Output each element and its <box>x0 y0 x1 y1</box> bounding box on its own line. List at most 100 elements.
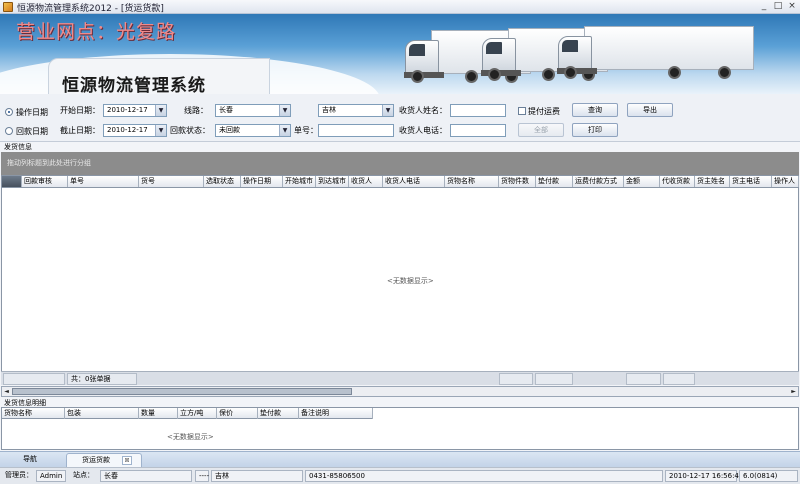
details-grid-header: 货物名称 包装 数量 立方/吨 保价 垫付款 备注说明 <box>2 408 373 419</box>
route-to-select[interactable]: 吉林 ▼ <box>318 104 394 117</box>
row-selector-header[interactable] <box>2 176 22 187</box>
shipments-group-title: 发货信息 <box>4 143 32 151</box>
column-header[interactable]: 开始城市 <box>283 176 316 187</box>
manager-label: 管理员： <box>5 471 33 479</box>
banner: 营业网点：光复路 恒源物流管理系统 <box>0 14 800 94</box>
payback-status-select[interactable]: 未回款 ▼ <box>215 124 291 137</box>
column-header[interactable]: 操作日期 <box>241 176 283 187</box>
maximize-button[interactable]: □ <box>772 1 784 12</box>
column-header[interactable]: 保价 <box>217 408 258 419</box>
tab-label: 货运货款 <box>82 456 110 464</box>
column-header[interactable]: 货主电话 <box>730 176 772 187</box>
query-button[interactable]: 查询 <box>572 103 618 117</box>
order-no-input[interactable] <box>318 124 394 137</box>
radio-operate-date-label: 操作日期 <box>16 108 48 117</box>
end-date-picker[interactable]: 2010-12-17 ▼ <box>103 124 167 137</box>
column-header[interactable]: 金额 <box>624 176 660 187</box>
column-header[interactable]: 到达城市 <box>316 176 349 187</box>
shipments-grid: 回款审核 单号 货号 选取状态 操作日期 开始城市 到达城市 收货人 收货人电话… <box>1 175 799 385</box>
details-empty-text: <无数据显示> <box>167 433 214 441</box>
shipments-empty-text: <无数据显示> <box>387 277 434 285</box>
export-button[interactable]: 导出 <box>627 103 673 117</box>
group-by-drag-area[interactable]: 拖动列标题到此处进行分组 <box>1 152 799 175</box>
shipments-grid-header: 回款审核 单号 货号 选取状态 操作日期 开始城市 到达城市 收货人 收货人电话… <box>2 176 799 188</box>
close-tab-icon[interactable]: ⊠ <box>122 456 132 465</box>
footer-cell <box>499 373 533 385</box>
prepaid-freight-checkbox[interactable] <box>518 107 526 115</box>
radio-payback-date-label: 回款日期 <box>16 127 48 136</box>
column-header[interactable]: 垫付款 <box>258 408 299 419</box>
receiver-name-label: 收货人姓名： <box>399 106 447 115</box>
minimize-button[interactable]: _ <box>758 1 770 12</box>
column-header[interactable]: 备注说明 <box>299 408 373 419</box>
column-header[interactable]: 数量 <box>139 408 178 419</box>
receiver-phone-label: 收货人电话： <box>399 126 447 135</box>
column-header[interactable]: 操作人 <box>772 176 799 187</box>
version-value: 6.0(0814) <box>739 470 798 482</box>
radio-payback-date[interactable] <box>5 127 13 135</box>
branch-title: 营业网点：光复路 <box>16 21 177 43</box>
column-header[interactable]: 收货人电话 <box>383 176 445 187</box>
status-separator: ---- <box>195 470 209 482</box>
status-bar: 管理员： Admin 站点： 长春 ---- 吉林 0431-85806500 … <box>0 467 800 484</box>
print-button[interactable]: 打印 <box>572 123 618 137</box>
shipments-grid-footer: 共：0张单据 <box>1 371 799 385</box>
end-date-label: 截止日期： <box>60 126 100 135</box>
chevron-down-icon: ▼ <box>155 125 166 136</box>
order-no-label: 单号： <box>294 126 318 135</box>
column-header[interactable]: 选取状态 <box>204 176 241 187</box>
city-value: 吉林 <box>211 470 303 482</box>
phone-value: 0431-85806500 <box>305 470 663 482</box>
window-title: 恒源物流管理系统2012 - [货运货款] <box>17 4 164 14</box>
route-label: 线路： <box>184 106 208 115</box>
column-header[interactable]: 立方/吨 <box>178 408 217 419</box>
route-from-select[interactable]: 长春 ▼ <box>215 104 291 117</box>
column-header[interactable]: 收货人 <box>349 176 383 187</box>
footer-cell <box>626 373 661 385</box>
document-tabs: 导航 货运货款 ⊠ <box>0 451 800 467</box>
column-header[interactable]: 货物件数 <box>499 176 536 187</box>
station-value: 长春 <box>100 470 192 482</box>
column-header[interactable]: 代收货款 <box>660 176 695 187</box>
column-header[interactable]: 回款审核 <box>22 176 68 187</box>
filter-panel: 操作日期 回款日期 开始日期： 2010-12-17 ▼ 截止日期： 2010-1… <box>0 94 800 142</box>
manager-value: Admin <box>36 470 66 482</box>
prepaid-freight-label: 提付运费 <box>528 107 560 116</box>
chevron-down-icon: ▼ <box>279 105 290 116</box>
chevron-down-icon: ▼ <box>155 105 166 116</box>
tab-navigation[interactable]: 导航 <box>10 453 50 467</box>
column-header[interactable]: 运费付款方式 <box>573 176 624 187</box>
receiver-name-input[interactable] <box>450 104 506 117</box>
station-label: 站点： <box>73 471 94 479</box>
footer-cell <box>535 373 573 385</box>
column-header[interactable]: 货物名称 <box>2 408 65 419</box>
total-count: 共：0张单据 <box>67 373 137 385</box>
column-header[interactable]: 单号 <box>68 176 139 187</box>
datetime-value: 2010-12-17 16:56:44 <box>665 470 743 482</box>
column-header[interactable]: 包装 <box>65 408 139 419</box>
footer-cell <box>663 373 695 385</box>
chevron-down-icon: ▼ <box>279 125 290 136</box>
radio-operate-date[interactable] <box>5 108 13 116</box>
app-icon <box>3 2 13 12</box>
close-button[interactable]: × <box>786 1 798 12</box>
footer-cell <box>3 373 65 385</box>
truck-image <box>557 24 758 84</box>
scroll-right-icon[interactable]: ► <box>789 387 798 396</box>
scrollbar-thumb[interactable] <box>12 388 352 395</box>
column-header[interactable]: 货号 <box>139 176 204 187</box>
payback-status-label: 回款状态： <box>170 126 210 135</box>
scroll-left-icon[interactable]: ◄ <box>2 387 11 396</box>
start-date-picker[interactable]: 2010-12-17 ▼ <box>103 104 167 117</box>
horizontal-scrollbar[interactable]: ◄ ► <box>1 386 799 397</box>
column-header[interactable]: 货物名称 <box>445 176 499 187</box>
chevron-down-icon: ▼ <box>382 105 393 116</box>
details-grid: 货物名称 包装 数量 立方/吨 保价 垫付款 备注说明 <无数据显示> <box>1 407 799 450</box>
column-header[interactable]: 货主姓名 <box>695 176 730 187</box>
receiver-phone-input[interactable] <box>450 124 506 137</box>
start-date-label: 开始日期： <box>60 106 100 115</box>
all-button[interactable]: 全部 <box>518 123 564 137</box>
column-header[interactable]: 垫付款 <box>536 176 573 187</box>
title-bar: 恒源物流管理系统2012 - [货运货款] _ □ × <box>0 0 800 14</box>
system-name: 恒源物流管理系统 <box>62 76 206 94</box>
